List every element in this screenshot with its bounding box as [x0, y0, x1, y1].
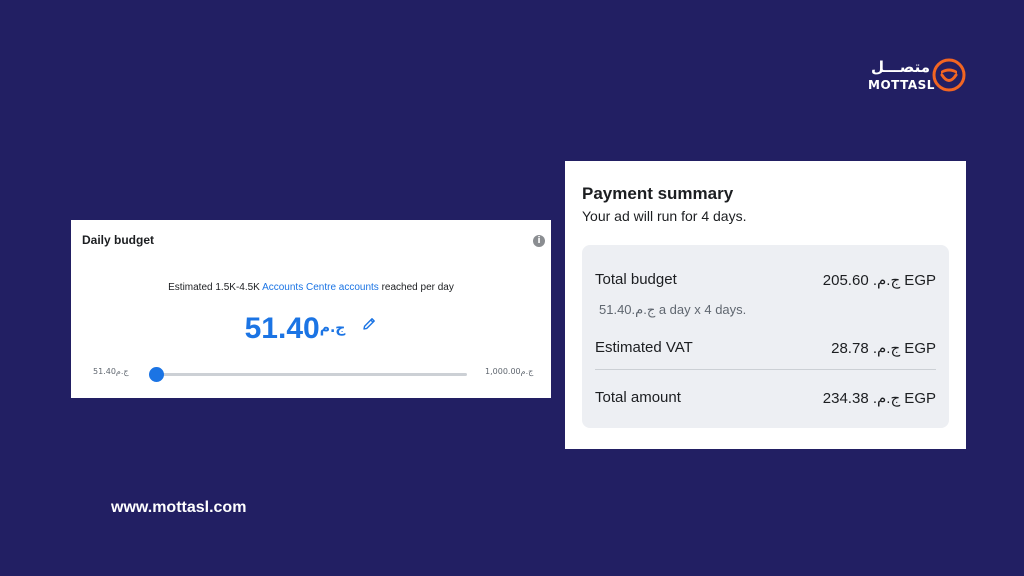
payment-summary-subtitle: Your ad will run for 4 days.: [582, 208, 747, 224]
total-budget-value: 205.60 .ج.م EGP: [822, 272, 936, 289]
reach-estimate: Estimated 1.5K-4.5K Accounts Centre acco…: [71, 282, 551, 293]
logo-arabic-text: متصـــل: [871, 58, 930, 76]
daily-budget-title: Daily budget: [82, 233, 155, 247]
budget-amount: 51.40: [244, 312, 320, 345]
total-amount-label: Total amount: [595, 389, 681, 406]
vat-value: 28.78 .ج.م EGP: [831, 340, 936, 357]
accounts-centre-link[interactable]: Accounts Centre accounts: [262, 282, 379, 293]
slider-max-label: ج.م1,000.00: [485, 367, 534, 376]
logo-mark-icon: [932, 58, 966, 92]
info-icon[interactable]: i: [533, 235, 545, 247]
budget-amount-display: ج.م51.40: [71, 312, 551, 346]
logo-english-text: MOTTASL: [868, 78, 935, 92]
slider-min-label: ج.م51.40: [93, 367, 129, 376]
budget-calculation-note: 51.40.ج.م a day x 4 days.: [599, 302, 747, 317]
payment-summary-card: Payment summary Your ad will run for 4 d…: [565, 161, 966, 449]
budget-slider-thumb[interactable]: [148, 367, 164, 382]
vat-label: Estimated VAT: [595, 339, 693, 356]
edit-pencil-icon[interactable]: [361, 316, 377, 332]
currency-symbol: ج.م: [319, 320, 346, 336]
daily-budget-card: Daily budget i Estimated 1.5K-4.5K Accou…: [71, 220, 551, 398]
payment-summary-title: Payment summary: [582, 184, 734, 203]
total-budget-label: Total budget: [595, 271, 677, 288]
mottasl-logo: متصـــل MOTTASL: [866, 56, 970, 96]
payment-breakdown: Total budget 205.60 .ج.م EGP 51.40.ج.م a…: [582, 245, 949, 428]
reach-estimate-suffix: reached per day: [378, 282, 454, 293]
website-url: www.mottasl.com: [111, 499, 247, 516]
budget-slider-track[interactable]: [155, 373, 467, 376]
divider: [595, 369, 936, 370]
total-amount-value: 234.38 .ج.م EGP: [822, 390, 936, 407]
reach-estimate-prefix: Estimated 1.5K-4.5K: [168, 282, 263, 293]
